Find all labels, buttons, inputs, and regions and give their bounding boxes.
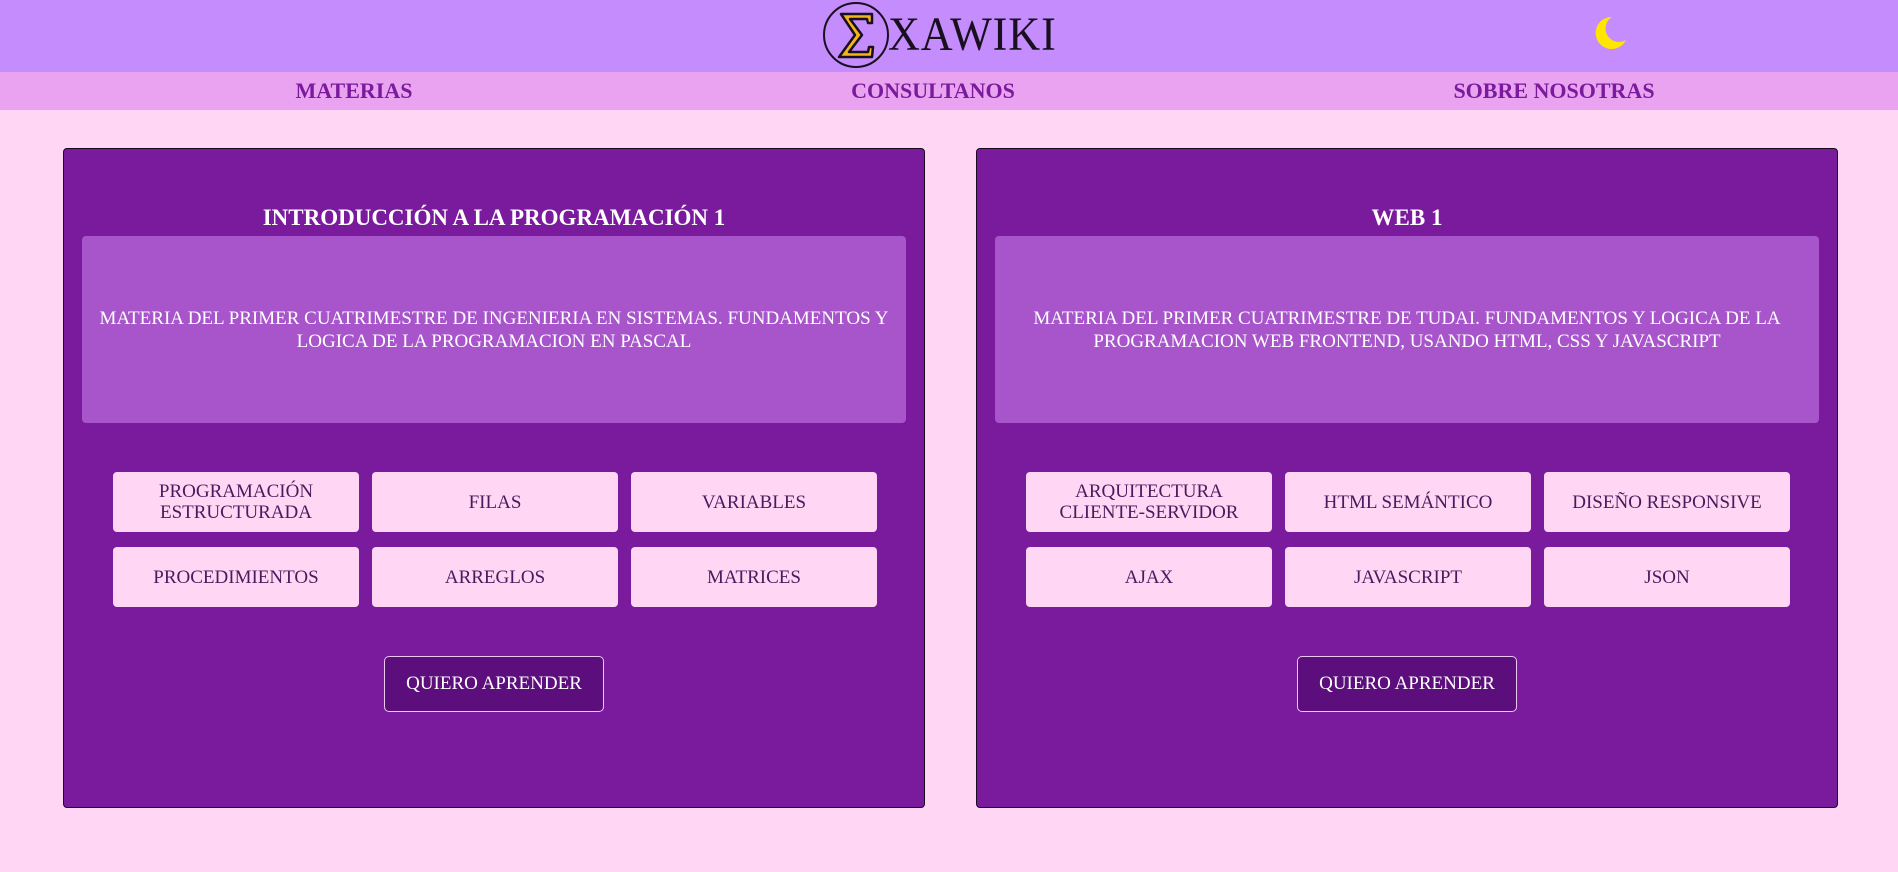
course-description: MATERIA DEL PRIMER CUATRIMESTRE DE TUDAI… (995, 236, 1819, 423)
course-title: INTRODUCCIÓN A LA PROGRAMACIÓN 1 (262, 205, 726, 230)
moon-icon[interactable] (1590, 13, 1630, 53)
topic-button[interactable]: JSON (1544, 547, 1790, 607)
quiero-aprender-button[interactable]: QUIERO APRENDER (1297, 656, 1517, 712)
topic-grid: PROGRAMACIÓN ESTRUCTURADA FILAS VARIABLE… (113, 472, 877, 607)
topic-button[interactable]: VARIABLES (631, 472, 877, 532)
topic-button[interactable]: JAVASCRIPT (1285, 547, 1531, 607)
topic-button[interactable]: DISEÑO RESPONSIVE (1544, 472, 1790, 532)
topic-grid: ARQUITECTURA CLIENTE-SERVIDOR HTML SEMÁN… (1026, 472, 1790, 607)
topic-button[interactable]: PROGRAMACIÓN ESTRUCTURADA (113, 472, 359, 532)
logo-text: XAWIKI (888, 8, 1057, 61)
course-description: MATERIA DEL PRIMER CUATRIMESTRE DE INGEN… (82, 236, 906, 423)
course-card-programacion: INTRODUCCIÓN A LA PROGRAMACIÓN 1 MATERIA… (63, 148, 925, 808)
course-card-web1: WEB 1 MATERIA DEL PRIMER CUATRIMESTRE DE… (976, 148, 1838, 808)
site-header: XAWIKI (0, 0, 1898, 72)
topic-button[interactable]: PROCEDIMIENTOS (113, 547, 359, 607)
main-nav: MATERIAS CONSULTANOS SOBRE NOSOTRAS (0, 72, 1898, 110)
nav-item-consultanos[interactable]: CONSULTANOS (851, 72, 1015, 110)
course-title: WEB 1 (1371, 205, 1443, 230)
topic-button[interactable]: AJAX (1026, 547, 1272, 607)
site-logo[interactable]: XAWIKI (822, 0, 1071, 70)
topic-button[interactable]: FILAS (372, 472, 618, 532)
topic-button[interactable]: MATRICES (631, 547, 877, 607)
sigma-logo-icon (823, 2, 889, 68)
course-description-text: MATERIA DEL PRIMER CUATRIMESTRE DE INGEN… (99, 307, 889, 352)
nav-item-sobre-nosotras[interactable]: SOBRE NOSOTRAS (1453, 72, 1654, 110)
nav-item-materias[interactable]: MATERIAS (296, 72, 413, 110)
topic-button[interactable]: ARREGLOS (372, 547, 618, 607)
quiero-aprender-button[interactable]: QUIERO APRENDER (384, 656, 604, 712)
course-description-text: MATERIA DEL PRIMER CUATRIMESTRE DE TUDAI… (1033, 307, 1781, 352)
topic-button[interactable]: ARQUITECTURA CLIENTE-SERVIDOR (1026, 472, 1272, 532)
topic-button[interactable]: HTML SEMÁNTICO (1285, 472, 1531, 532)
